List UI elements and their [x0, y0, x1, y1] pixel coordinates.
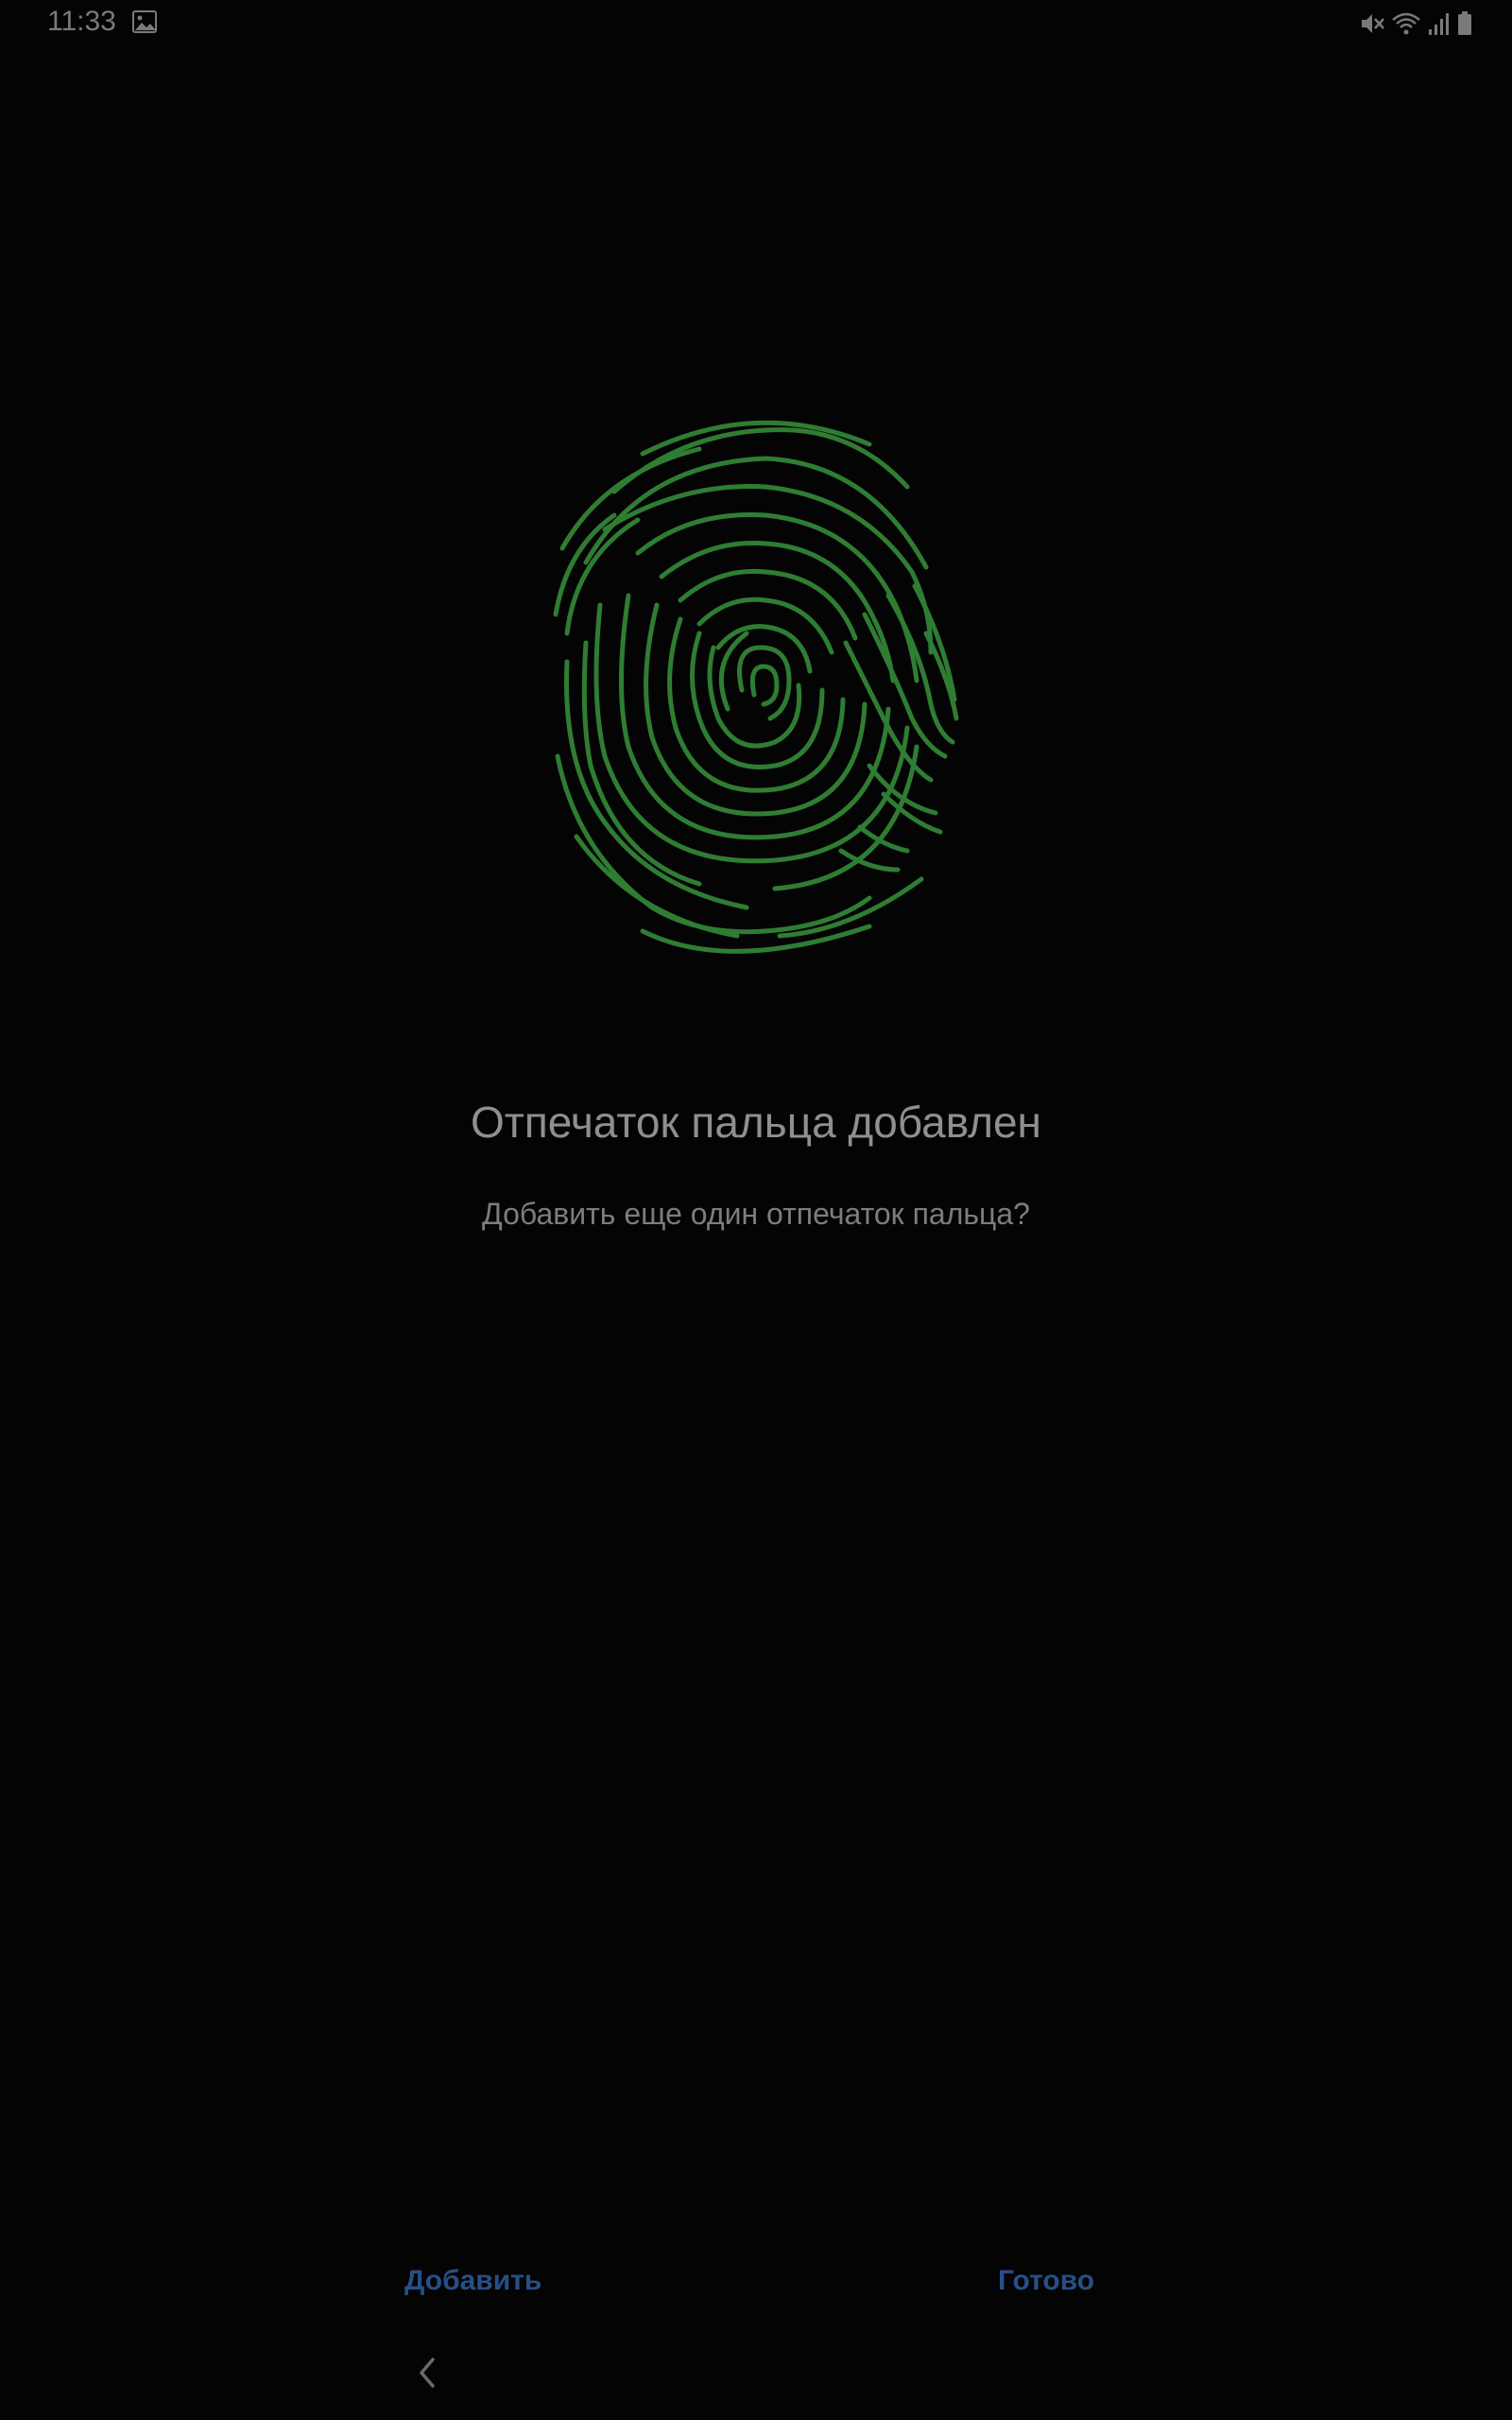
status-bar: 11:33: [0, 0, 1512, 47]
wifi-icon: [1391, 10, 1421, 37]
status-icons: [1359, 9, 1472, 38]
status-time: 11:33: [47, 6, 116, 37]
battery-icon: [1457, 10, 1472, 37]
back-chevron-icon[interactable]: [404, 2352, 450, 2394]
fingerprint-icon: [548, 406, 964, 964]
fingerprint-added-screen: 11:33 Отпечаток пальца добавлен Добавить…: [0, 0, 1512, 2420]
add-button[interactable]: Добавить: [386, 2257, 560, 2305]
done-button[interactable]: Готово: [979, 2257, 1113, 2305]
mute-icon: [1359, 10, 1385, 37]
gallery-icon: [132, 10, 157, 33]
signal-icon: [1427, 10, 1452, 37]
page-title: Отпечаток пальца добавлен: [471, 1098, 1041, 1147]
page-subtitle: Добавить еще один отпечаток пальца?: [482, 1197, 1030, 1231]
